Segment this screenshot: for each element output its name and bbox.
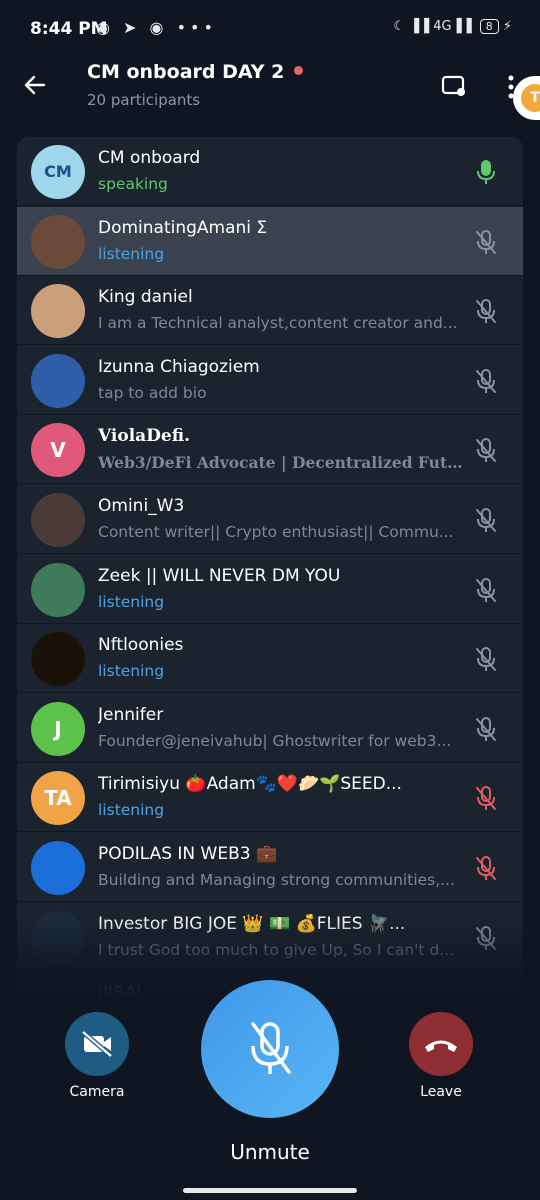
mic-off-icon [251, 1022, 291, 1074]
status-bar: 8:44 PM ◉ ➤ ◉ ••• ☾ ▐▐ 4G▐▐ 8 ⚡ [0, 0, 540, 58]
mic-muted-icon[interactable] [471, 644, 501, 674]
avatar[interactable]: V [31, 423, 85, 478]
floating-bubble-icon: T [521, 84, 540, 112]
mic-muted-icon[interactable] [471, 575, 501, 605]
participant-name: King daniel [98, 287, 193, 308]
participant-status: speaking [98, 175, 168, 193]
notification-icons: ◉ ➤ ◉ ••• [96, 18, 217, 37]
unmute-button[interactable] [201, 980, 339, 1118]
avatar[interactable] [31, 632, 85, 687]
participant-row[interactable]: Omini_W3 Content writer|| Crypto enthusia… [17, 485, 523, 554]
participant-status: tap to add bio [98, 383, 207, 402]
participant-status: Web3/DeFi Advocate | Decentralized Futur… [98, 453, 468, 473]
mic-muted-icon[interactable] [471, 366, 501, 396]
avatar[interactable]: CM [31, 145, 85, 199]
participant-status: listening [98, 244, 165, 263]
participant-row[interactable]: CM CM onboard speaking [17, 137, 523, 206]
header: CM onboard DAY 2 20 participants [0, 58, 540, 128]
unmute-label: Unmute [230, 1140, 310, 1164]
participant-name: Jennifer [98, 704, 164, 725]
charging-icon: ⚡ [502, 19, 512, 34]
call-controls: Camera Unmute Leave [0, 960, 540, 1200]
participant-status: listening [98, 592, 165, 611]
mic-muted-icon[interactable] [471, 853, 501, 883]
participant-row[interactable]: Izunna Chiagoziem tap to add bio [17, 346, 523, 415]
participant-row[interactable]: PODILAS IN WEB3 💼 Building and Managing s… [17, 833, 523, 902]
participant-status: Content writer|| Crypto enthusiast|| Com… [98, 523, 454, 541]
participant-name: Zeek || WILL NEVER DM YOU [98, 565, 341, 586]
page-title-text: CM onboard DAY 2 [87, 61, 285, 83]
back-arrow-icon[interactable] [22, 72, 48, 98]
participant-status: listening [98, 662, 165, 681]
participant-name: Investor BIG JOE 👑 💵 💰FLIES 🪰... [98, 913, 406, 934]
live-indicator [294, 66, 304, 75]
mic-muted-icon[interactable] [471, 923, 501, 953]
participant-status: I trust God too much to give Up, So I ca… [98, 940, 455, 959]
participant-name: PODILAS IN WEB3 💼 [98, 844, 278, 864]
participants-list[interactable]: CM CM onboard speaking DominatingAmani Σ lis… [17, 137, 523, 999]
participant-status: I am a Technical analyst,content creator… [98, 314, 458, 333]
signal-icons: ☾ ▐▐ 4G▐▐ [393, 19, 472, 34]
avatar[interactable] [31, 493, 85, 547]
camera-label: Camera [69, 1084, 125, 1100]
avatar[interactable] [31, 284, 85, 339]
mic-muted-icon[interactable] [471, 435, 501, 465]
participant-status: Founder@jeneivahub| Ghostwriter for web3… [98, 731, 452, 750]
participant-name: Nftloonies [98, 635, 184, 656]
leave-button[interactable] [409, 1012, 473, 1076]
battery-icon: 8 [479, 19, 499, 34]
leave-label: Leave [420, 1084, 462, 1100]
participant-row[interactable]: Nftloonies listening [17, 624, 523, 694]
avatar[interactable] [31, 353, 85, 408]
avatar[interactable] [31, 562, 85, 617]
mic-muted-icon[interactable] [471, 227, 501, 257]
participant-name: Omini_W3 [98, 496, 185, 516]
participant-row[interactable]: DominatingAmani Σ listening [17, 206, 523, 276]
camera-off-icon [81, 1030, 113, 1058]
hang-up-icon [425, 1040, 457, 1052]
mic-muted-icon[interactable] [471, 296, 501, 326]
mic-active-icon[interactable] [471, 157, 501, 187]
home-indicator[interactable] [183, 1188, 357, 1193]
participant-name: Tirimisiyu 🍅Adam🐾❤️🥟🌱SEED... [98, 774, 402, 795]
participant-name: ViolaDefi. [98, 426, 190, 447]
avatar[interactable] [31, 214, 85, 269]
participant-name: CM onboard [98, 148, 201, 168]
participant-row[interactable]: Zeek || WILL NEVER DM YOU listening [17, 555, 523, 624]
participant-row[interactable]: TA Tirimisiyu 🍅Adam🐾❤️🥟🌱SEED... listening [17, 763, 523, 833]
mic-muted-icon[interactable] [471, 505, 501, 535]
mic-muted-icon[interactable] [471, 714, 501, 744]
participant-row[interactable]: V ViolaDefi. Web3/DeFi Advocate | Decentra… [17, 415, 523, 485]
screen-share-icon[interactable] [441, 74, 467, 98]
participant-status: listening [98, 801, 165, 820]
participant-name: DominatingAmani Σ [98, 217, 268, 238]
participants-count: 20 participants [87, 91, 201, 109]
avatar[interactable] [31, 910, 85, 965]
participant-status: Building and Managing strong communities… [98, 871, 455, 889]
page-title: CM onboard DAY 2 [87, 61, 304, 83]
avatar[interactable] [31, 841, 85, 895]
participant-row[interactable]: J Jennifer Founder@jeneivahub| Ghostwriter… [17, 694, 523, 763]
mic-muted-icon[interactable] [471, 783, 501, 813]
avatar[interactable]: J [31, 701, 85, 756]
camera-button[interactable] [65, 1012, 129, 1076]
system-icons: ☾ ▐▐ 4G▐▐ 8 ⚡ [393, 19, 512, 34]
participant-name: Izunna Chiagoziem [98, 356, 260, 377]
participant-row[interactable]: King daniel I am a Technical analyst,cont… [17, 276, 523, 346]
avatar[interactable]: TA [31, 771, 85, 826]
